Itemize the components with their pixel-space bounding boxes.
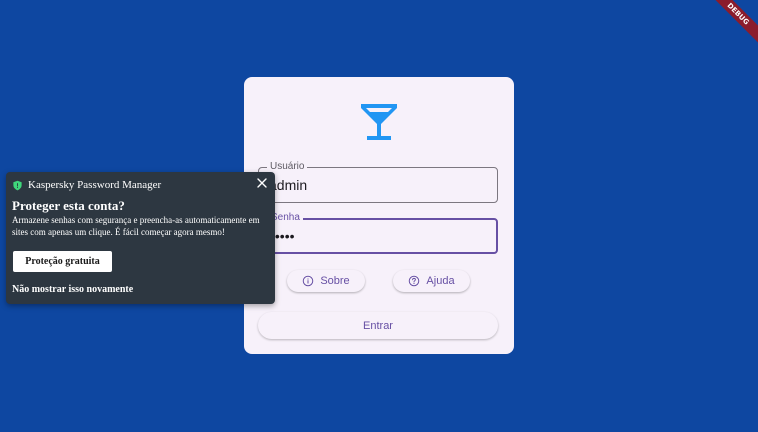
dont-show-again-link[interactable]: Não mostrar isso novamente (12, 284, 133, 295)
info-icon (303, 275, 314, 287)
username-field: Usuário (258, 160, 498, 203)
login-button[interactable]: Entrar (258, 312, 498, 339)
kaspersky-popup-description: Armazene senhas com segurança e preencha… (12, 215, 260, 237)
kaspersky-popup-header: Kaspersky Password Manager (12, 179, 161, 191)
free-protection-button[interactable]: Proteção gratuita (13, 251, 112, 272)
password-field: Senha (258, 211, 498, 254)
help-circle-icon (409, 275, 420, 287)
cocktail-glass-icon (361, 104, 397, 140)
username-input[interactable] (269, 168, 487, 202)
about-label: Sobre (320, 275, 350, 287)
kaspersky-app-name: Kaspersky Password Manager (28, 179, 162, 191)
help-button[interactable]: Ajuda (393, 270, 470, 292)
login-card: Usuário Senha Sobre Ajuda Entrar (244, 77, 514, 354)
close-icon[interactable] (256, 177, 268, 189)
kaspersky-popup: Kaspersky Password Manager Proteger esta… (6, 172, 275, 304)
shield-icon (12, 180, 23, 191)
debug-banner: DEBUG (705, 0, 758, 47)
kaspersky-popup-title: Proteger esta conta? (12, 198, 125, 213)
about-button[interactable]: Sobre (287, 270, 365, 292)
help-label: Ajuda (426, 275, 455, 287)
password-input[interactable] (270, 220, 486, 252)
